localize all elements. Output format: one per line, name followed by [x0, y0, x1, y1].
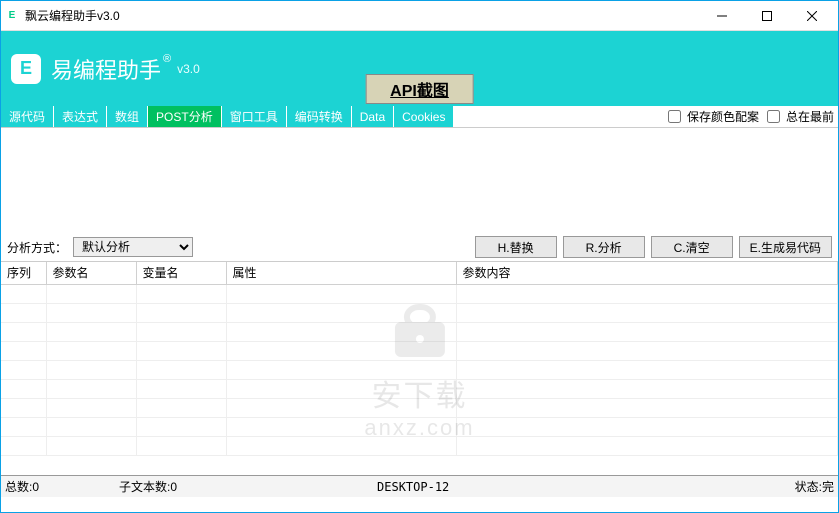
maximize-button[interactable]	[744, 2, 789, 30]
status-total: 总数:0	[5, 478, 39, 495]
status-desktop: DESKTOP-12	[377, 480, 449, 494]
table-row[interactable]	[1, 379, 838, 398]
tab-array[interactable]: 数组	[107, 106, 148, 127]
tab-expression[interactable]: 表达式	[54, 106, 107, 127]
col-param-name[interactable]: 参数名	[46, 262, 136, 284]
tab-cookies[interactable]: Cookies	[394, 106, 454, 127]
logo-version: v3.0	[177, 62, 200, 76]
status-subtext: 子文本数:0	[119, 478, 177, 495]
table-header-row: 序列 参数名 变量名 属性 参数内容	[1, 262, 838, 284]
col-content[interactable]: 参数内容	[456, 262, 838, 284]
tab-encoding[interactable]: 编码转换	[287, 106, 352, 127]
table-row[interactable]	[1, 341, 838, 360]
logo-icon: E	[11, 54, 41, 84]
always-top-text: 总在最前	[786, 108, 834, 125]
params-table: 序列 参数名 变量名 属性 参数内容	[1, 262, 838, 456]
controls-row: 分析方式： 默认分析 H.替换 R.分析 C.清空 E.生成易代码	[1, 233, 838, 261]
col-attr[interactable]: 属性	[226, 262, 456, 284]
analyze-button[interactable]: R.分析	[563, 236, 645, 258]
clear-button[interactable]: C.清空	[651, 236, 733, 258]
keep-color-checkbox[interactable]	[668, 110, 681, 123]
table-area: 安下载 anxz.com 序列 参数名 变量名 属性 参数内容	[1, 261, 838, 475]
table-row[interactable]	[1, 360, 838, 379]
titlebar: E 飘云编程助手v3.0	[1, 1, 838, 31]
keep-color-text: 保存颜色配案	[687, 108, 759, 125]
tab-source[interactable]: 源代码	[1, 106, 54, 127]
table-row[interactable]	[1, 303, 838, 322]
window-controls	[699, 2, 834, 30]
window-title: 飘云编程助手v3.0	[25, 7, 699, 24]
table-row[interactable]	[1, 417, 838, 436]
status-state: 状态:完	[795, 478, 834, 495]
generate-button[interactable]: E.生成易代码	[739, 236, 832, 258]
method-select[interactable]: 默认分析	[73, 237, 193, 257]
tab-bar: 源代码 表达式 数组 POST分析 窗口工具 编码转换 Data Cookies…	[1, 106, 838, 128]
col-index[interactable]: 序列	[1, 262, 46, 284]
api-screenshot-button[interactable]: API截图	[365, 74, 474, 104]
logo-text: 易编程助手 ® v3.0	[51, 53, 200, 85]
table-row[interactable]	[1, 398, 838, 417]
keep-color-checkbox-label[interactable]: 保存颜色配案	[664, 106, 763, 127]
tab-data[interactable]: Data	[352, 106, 394, 127]
method-label: 分析方式：	[7, 239, 67, 256]
minimize-button[interactable]	[699, 2, 744, 30]
tab-window-tools[interactable]: 窗口工具	[222, 106, 287, 127]
table-row[interactable]	[1, 436, 838, 455]
tab-spacer	[454, 106, 663, 127]
replace-button[interactable]: H.替换	[475, 236, 557, 258]
logo-registered: ®	[163, 53, 171, 65]
table-row[interactable]	[1, 284, 838, 303]
logo-name: 易编程助手	[51, 53, 161, 85]
header-banner: E 易编程助手 ® v3.0 API截图	[1, 31, 838, 106]
table-row[interactable]	[1, 322, 838, 341]
input-area[interactable]	[1, 128, 838, 233]
always-top-checkbox-label[interactable]: 总在最前	[763, 106, 838, 127]
app-icon: E	[5, 9, 19, 23]
col-var-name[interactable]: 变量名	[136, 262, 226, 284]
status-bar: 总数:0 子文本数:0 DESKTOP-12 状态:完	[1, 475, 838, 497]
tab-post-analysis[interactable]: POST分析	[148, 106, 222, 127]
close-button[interactable]	[789, 2, 834, 30]
always-top-checkbox[interactable]	[767, 110, 780, 123]
